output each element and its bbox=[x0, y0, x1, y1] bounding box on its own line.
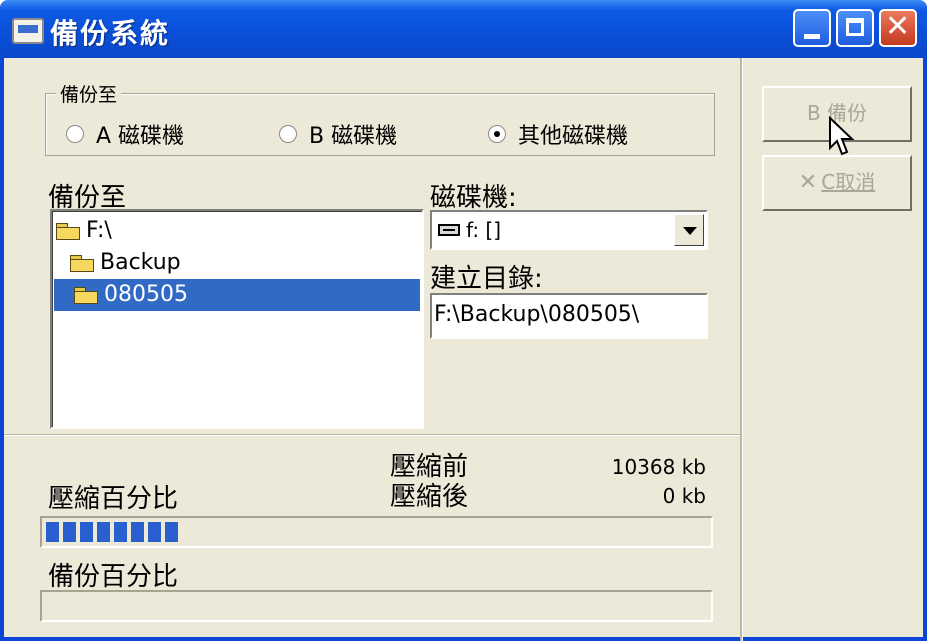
radio-drive-a[interactable]: A 磁碟機 bbox=[66, 118, 184, 150]
list-item[interactable]: Backup bbox=[70, 247, 181, 279]
folder-label: F:\ bbox=[86, 218, 112, 243]
radio-label: B 磁碟機 bbox=[309, 124, 398, 149]
drive-icon bbox=[438, 224, 460, 236]
x-icon: ✕ bbox=[798, 170, 818, 195]
app-icon[interactable] bbox=[12, 18, 44, 44]
drive-label: 磁碟機: bbox=[430, 183, 517, 213]
radio-circle[interactable] bbox=[66, 125, 84, 143]
directory-field[interactable]: F:\Backup\080505\ bbox=[430, 293, 708, 339]
backup-progress-bar bbox=[40, 590, 713, 622]
after-compression-label: 壓縮後 bbox=[390, 482, 469, 512]
drive-select[interactable]: f: [] bbox=[430, 210, 708, 250]
backup-window: 備份系統 ✕ 備份至 A 磁碟機 B 磁碟機 其他磁碟機 備份至 F:\ Bac… bbox=[0, 0, 927, 641]
radio-other-drive[interactable]: 其他磁碟機 bbox=[488, 118, 628, 150]
list-item-selected[interactable]: 080505 bbox=[54, 279, 420, 311]
folder-icon bbox=[56, 223, 80, 240]
progress-block bbox=[131, 522, 144, 542]
after-compression-value: 0 kb bbox=[662, 484, 706, 508]
backup-percent-label: 備份百分比 bbox=[48, 562, 179, 592]
radio-label: 其他磁碟機 bbox=[518, 124, 629, 149]
minimize-button[interactable] bbox=[793, 9, 831, 47]
radio-label: A 磁碟機 bbox=[96, 124, 185, 149]
radio-circle[interactable] bbox=[279, 125, 297, 143]
maximize-icon bbox=[846, 18, 864, 36]
folder-list[interactable]: F:\ Backup 080505 bbox=[50, 209, 424, 429]
folder-icon bbox=[74, 287, 98, 304]
progress-block bbox=[46, 522, 59, 542]
minimize-icon bbox=[804, 34, 820, 39]
mouse-cursor-icon bbox=[829, 116, 855, 156]
chevron-down-icon[interactable] bbox=[674, 214, 704, 246]
directory-label: 建立目錄: bbox=[430, 264, 543, 294]
radio-drive-b[interactable]: B 磁碟機 bbox=[279, 118, 397, 150]
progress-block bbox=[114, 522, 127, 542]
progress-block bbox=[97, 522, 110, 542]
folder-icon bbox=[70, 255, 94, 272]
vertical-divider bbox=[740, 58, 743, 641]
compression-progress-fill bbox=[46, 522, 182, 542]
close-icon: ✕ bbox=[885, 9, 911, 44]
folder-label: Backup bbox=[100, 250, 181, 275]
progress-block bbox=[80, 522, 93, 542]
window-title: 備份系統 bbox=[50, 17, 171, 50]
title-bar[interactable]: 備份系統 ✕ bbox=[0, 0, 927, 58]
progress-block bbox=[63, 522, 76, 542]
compression-progress-bar bbox=[40, 516, 713, 548]
compression-percent-label: 壓縮百分比 bbox=[48, 484, 179, 514]
progress-block bbox=[148, 522, 161, 542]
close-button[interactable]: ✕ bbox=[879, 9, 917, 47]
progress-block bbox=[165, 522, 178, 542]
radio-circle[interactable] bbox=[488, 125, 506, 143]
cancel-button[interactable]: ✕ C取消 bbox=[762, 155, 912, 211]
cancel-button-label: C取消 bbox=[821, 170, 876, 194]
group-title: 備份至 bbox=[56, 80, 122, 107]
list-item[interactable]: F:\ bbox=[56, 215, 112, 247]
maximize-button[interactable] bbox=[836, 9, 874, 47]
folder-label: 080505 bbox=[104, 282, 188, 307]
drive-value: f: [] bbox=[466, 218, 502, 242]
horizontal-divider bbox=[4, 434, 740, 436]
before-compression-value: 10368 kb bbox=[611, 455, 706, 479]
